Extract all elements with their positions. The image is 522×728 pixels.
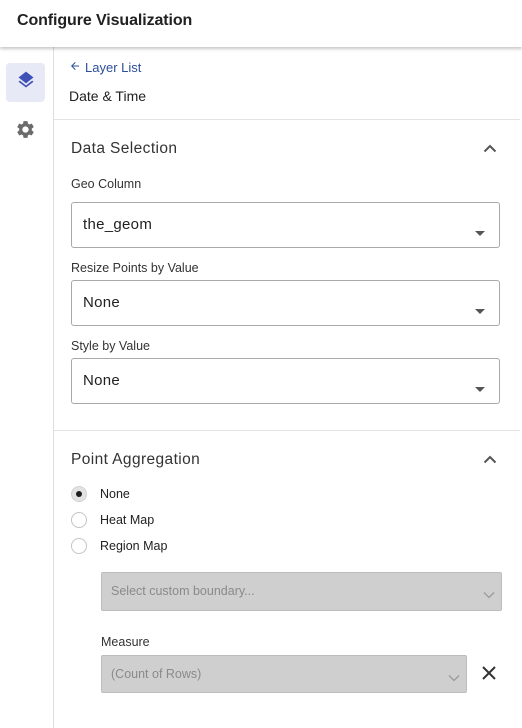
radio-none[interactable]: None — [71, 486, 130, 502]
caret-down-icon — [475, 301, 485, 319]
data-selection-title: Data Selection — [71, 140, 178, 157]
chevron-up-icon — [483, 451, 497, 469]
layer-name: Date & Time — [69, 88, 147, 104]
radio-region-map[interactable]: Region Map — [71, 538, 167, 554]
arrow-left-icon — [69, 60, 85, 75]
caret-down-icon — [475, 223, 485, 241]
measure-select: (Count of Rows) — [101, 655, 467, 693]
side-rail — [0, 47, 54, 728]
header: Configure Visualization — [0, 0, 522, 47]
measure-label: Measure — [101, 635, 150, 649]
resize-points-value: None — [83, 294, 121, 311]
resize-points-label: Resize Points by Value — [71, 261, 199, 275]
chevron-down-icon — [483, 586, 495, 604]
custom-boundary-placeholder: Select custom boundary... — [111, 584, 255, 598]
style-by-value-label: Style by Value — [71, 339, 150, 353]
close-icon — [482, 665, 496, 685]
style-by-value-select[interactable]: None — [71, 358, 500, 404]
radio-label: None — [100, 487, 130, 501]
chevron-down-icon — [448, 669, 460, 687]
radio-button-icon — [71, 512, 87, 528]
config-panel: Layer List Date & Time Data Selection Ge… — [54, 47, 522, 728]
measure-value: (Count of Rows) — [111, 667, 202, 681]
geo-column-select[interactable]: the_geom — [71, 202, 500, 248]
layers-tab[interactable] — [6, 63, 45, 102]
geo-column-value: the_geom — [83, 216, 153, 233]
resize-points-select[interactable]: None — [71, 280, 500, 326]
radio-button-icon — [71, 538, 87, 554]
divider — [54, 119, 520, 120]
custom-boundary-select: Select custom boundary... — [101, 572, 502, 611]
radio-heat-map[interactable]: Heat Map — [71, 512, 154, 528]
style-by-value-value: None — [83, 372, 121, 389]
divider — [54, 430, 520, 431]
radio-label: Heat Map — [100, 513, 155, 527]
radio-label: Region Map — [100, 539, 168, 553]
point-aggregation-title: Point Aggregation — [71, 451, 201, 468]
back-to-layer-list-link[interactable]: Layer List — [69, 60, 141, 75]
clear-measure-button[interactable] — [478, 664, 500, 686]
point-aggregation-collapse-button[interactable] — [481, 451, 499, 469]
page-title: Configure Visualization — [17, 12, 193, 29]
back-link-label: Layer List — [85, 60, 142, 75]
caret-down-icon — [475, 379, 485, 397]
data-selection-collapse-button[interactable] — [481, 140, 499, 158]
radio-button-icon — [71, 486, 87, 502]
chevron-up-icon — [483, 140, 497, 158]
geo-column-label: Geo Column — [71, 177, 142, 191]
gear-icon — [15, 119, 36, 145]
settings-tab[interactable] — [6, 112, 45, 151]
layers-icon — [16, 70, 36, 95]
